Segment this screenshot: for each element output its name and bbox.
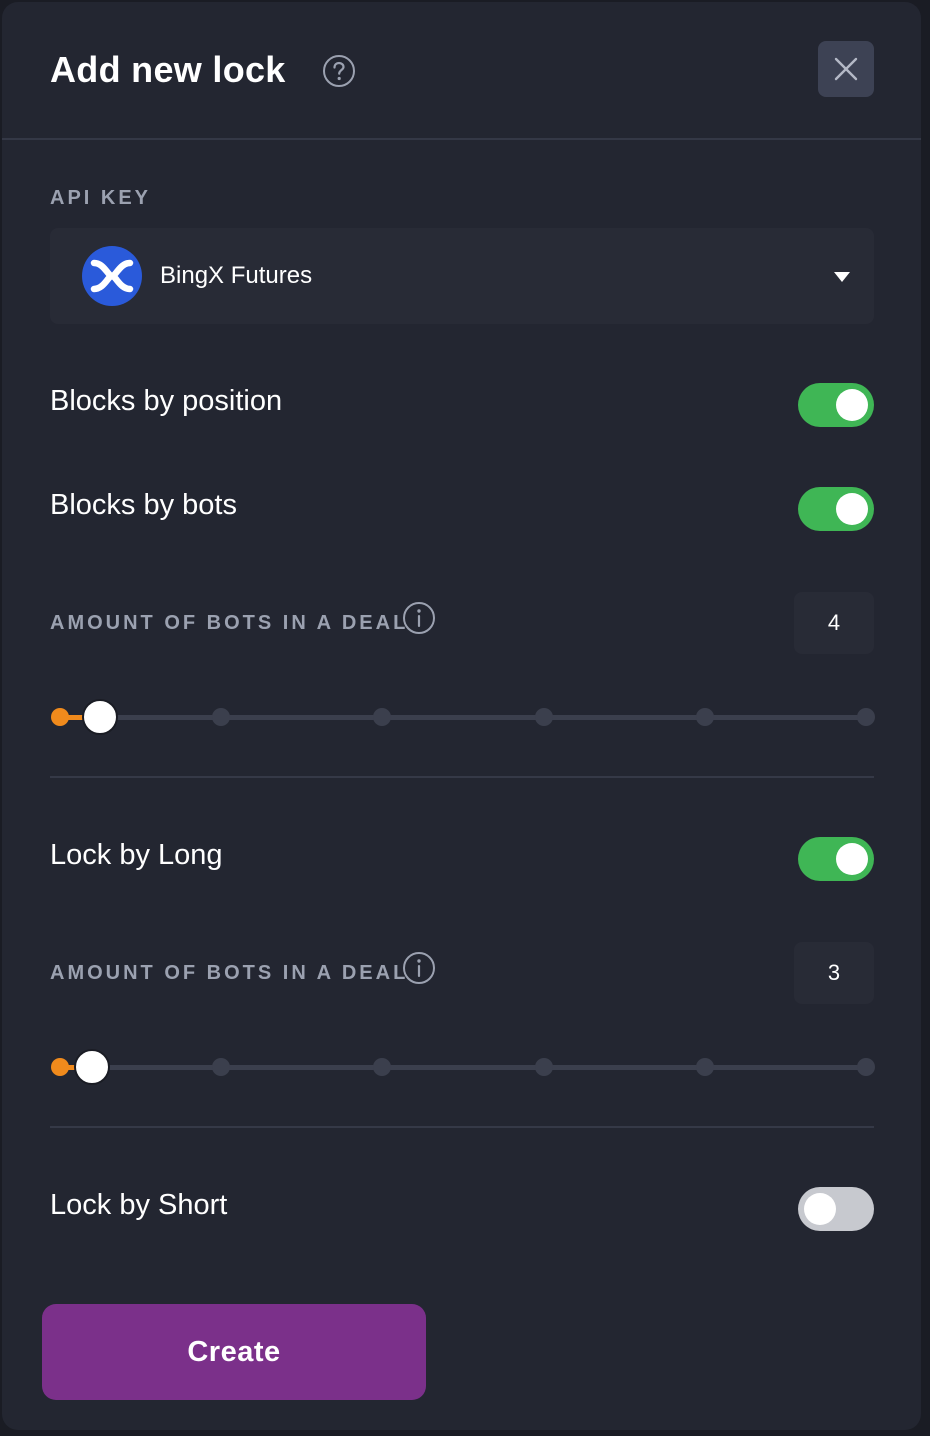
long-bots-amount-label: AMOUNT OF BOTS IN A DEAL bbox=[50, 962, 409, 984]
api-key-select[interactable]: BingX Futures bbox=[50, 228, 874, 324]
toggle-knob bbox=[836, 389, 868, 421]
long-bots-amount-slider[interactable] bbox=[50, 1047, 876, 1087]
close-icon bbox=[834, 57, 858, 81]
slider-step-dot bbox=[695, 1058, 714, 1076]
section-divider bbox=[50, 776, 874, 778]
blocks-by-position-toggle[interactable] bbox=[798, 383, 874, 427]
bots-amount-label: AMOUNT OF BOTS IN A DEAL bbox=[50, 612, 409, 634]
slider-step-dot bbox=[51, 1058, 69, 1076]
slider-track bbox=[60, 715, 866, 720]
create-button[interactable]: Create bbox=[42, 1304, 426, 1400]
question-circle-icon[interactable] bbox=[322, 54, 356, 88]
slider-track bbox=[60, 1065, 866, 1070]
modal-title: Add new lock bbox=[50, 49, 286, 90]
slider-step-dot bbox=[212, 708, 231, 726]
slider-step-dot bbox=[857, 1058, 875, 1076]
slider-step-dot bbox=[212, 1058, 231, 1076]
blocks-by-bots-toggle[interactable] bbox=[798, 487, 874, 531]
bingx-logo-icon bbox=[82, 246, 142, 306]
info-icon[interactable] bbox=[402, 601, 436, 635]
blocks-by-position-label: Blocks by position bbox=[50, 385, 283, 417]
slider-step-dot bbox=[534, 1058, 553, 1076]
bots-amount-input[interactable]: 4 bbox=[794, 592, 874, 654]
lock-by-short-toggle[interactable] bbox=[798, 1187, 874, 1231]
slider-step-dot bbox=[373, 1058, 392, 1076]
slider-step-dot bbox=[534, 708, 553, 726]
slider-thumb[interactable] bbox=[82, 699, 119, 735]
section-divider bbox=[50, 1126, 874, 1128]
api-key-selected-value: BingX Futures bbox=[160, 262, 313, 289]
slider-step-dot bbox=[857, 708, 875, 726]
slider-step-dot bbox=[51, 708, 69, 726]
bots-amount-slider[interactable] bbox=[50, 697, 876, 737]
caret-down-icon bbox=[834, 272, 850, 282]
add-lock-modal: Add new lock API KEY BingX Futures Block… bbox=[2, 2, 921, 1430]
lock-by-short-label: Lock by Short bbox=[50, 1189, 228, 1221]
blocks-by-bots-label: Blocks by bots bbox=[50, 489, 237, 521]
modal-header: Add new lock bbox=[2, 2, 921, 140]
info-icon[interactable] bbox=[402, 951, 436, 985]
lock-by-long-label: Lock by Long bbox=[50, 839, 223, 871]
toggle-knob bbox=[836, 843, 868, 875]
toggle-knob bbox=[804, 1193, 836, 1225]
slider-step-dot bbox=[373, 708, 392, 726]
toggle-knob bbox=[836, 493, 868, 525]
slider-step-dot bbox=[695, 708, 714, 726]
api-key-label: API KEY bbox=[50, 187, 152, 209]
lock-by-long-toggle[interactable] bbox=[798, 837, 874, 881]
close-button[interactable] bbox=[818, 41, 874, 97]
slider-thumb[interactable] bbox=[74, 1049, 111, 1085]
long-bots-amount-input[interactable]: 3 bbox=[794, 942, 874, 1004]
